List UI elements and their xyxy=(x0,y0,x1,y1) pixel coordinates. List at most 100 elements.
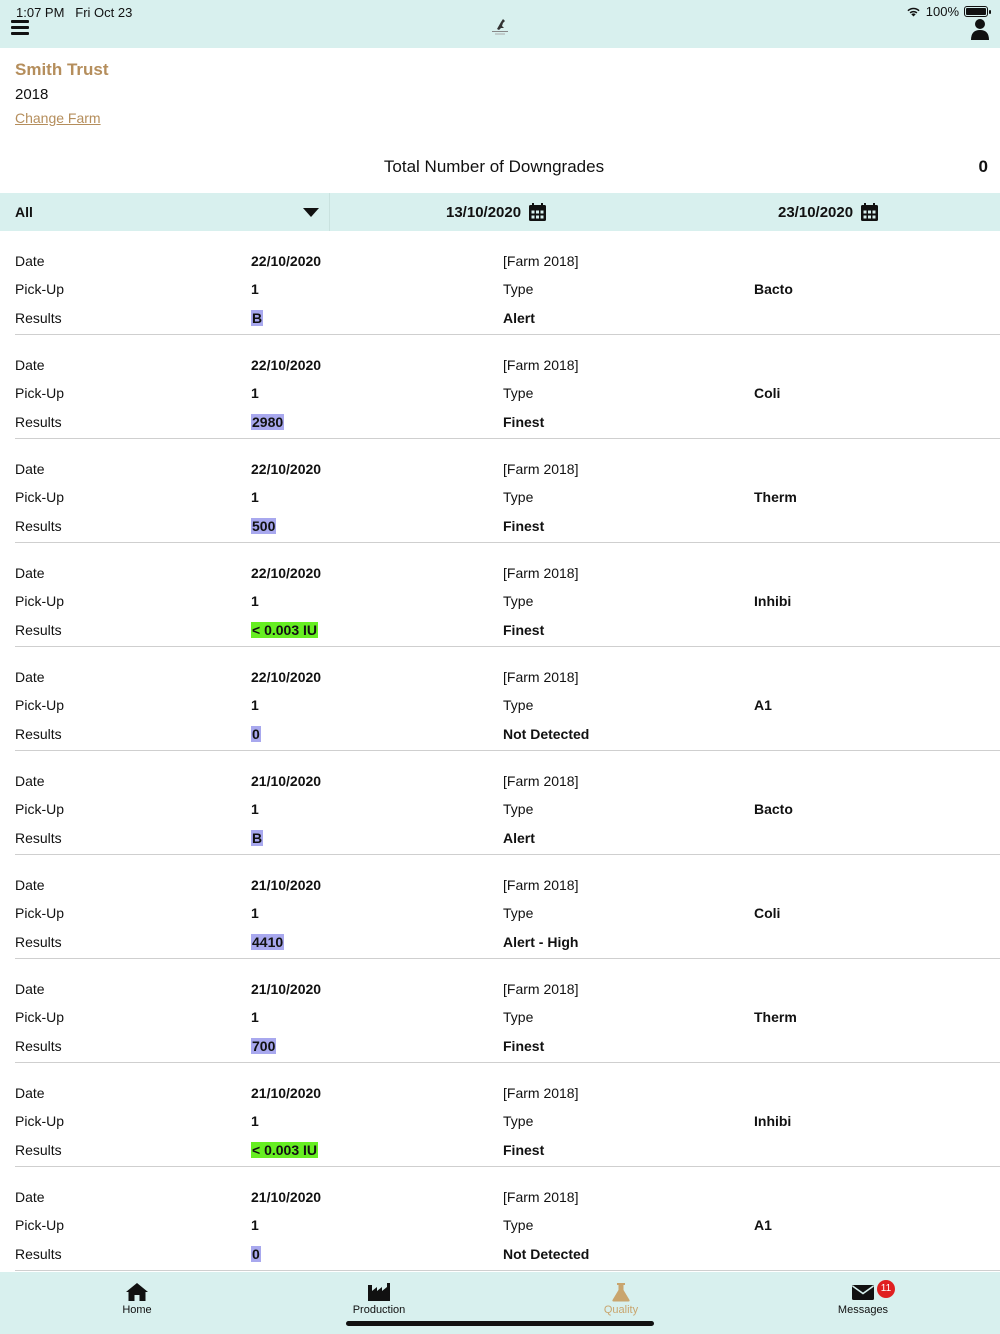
date-label: Date xyxy=(15,565,45,581)
record-farm: [Farm 2018] xyxy=(503,461,579,477)
tab-quality-label: Quality xyxy=(603,1304,639,1316)
results-label: Results xyxy=(15,1142,62,1158)
record-type: A1 xyxy=(754,1217,772,1233)
record-grade: Finest xyxy=(503,518,545,534)
date-label: Date xyxy=(15,461,45,477)
battery-icon xyxy=(964,6,991,17)
record-farm: [Farm 2018] xyxy=(503,773,579,789)
pickup-label: Pick-Up xyxy=(15,385,65,401)
result-record[interactable]: Date 22/10/2020 [Farm 2018] Pick-Up 1 Ty… xyxy=(15,647,1000,751)
battery-percent: 100% xyxy=(925,4,959,19)
record-pickup: 1 xyxy=(251,593,259,609)
record-type: Coli xyxy=(754,385,781,401)
type-label: Type xyxy=(503,385,534,401)
status-indicators: 100% xyxy=(906,4,991,19)
result-record[interactable]: Date 22/10/2020 [Farm 2018] Pick-Up 1 Ty… xyxy=(15,335,1000,439)
date-label: Date xyxy=(15,773,45,789)
date-label: Date xyxy=(15,669,45,685)
record-pickup: 1 xyxy=(251,489,259,505)
calendar-icon xyxy=(861,203,879,221)
results-label: Results xyxy=(15,310,62,326)
record-farm: [Farm 2018] xyxy=(503,877,579,893)
type-filter-dropdown[interactable]: All xyxy=(0,193,330,231)
from-date-picker[interactable]: 13/10/2020 xyxy=(446,193,547,231)
record-result: B xyxy=(251,830,264,846)
top-bar: 1:07 PM Fri Oct 23 100% xyxy=(0,0,1000,48)
tab-home[interactable]: Home xyxy=(77,1282,197,1316)
to-date-value: 23/10/2020 xyxy=(778,203,854,221)
date-label: Date xyxy=(15,877,45,893)
record-type: Bacto xyxy=(754,801,793,817)
user-profile-icon[interactable] xyxy=(970,18,990,40)
record-grade: Alert - High xyxy=(503,934,579,950)
record-farm: [Farm 2018] xyxy=(503,253,579,269)
result-record[interactable]: Date 21/10/2020 [Farm 2018] Pick-Up 1 Ty… xyxy=(15,1063,1000,1167)
to-date-picker[interactable]: 23/10/2020 xyxy=(778,193,879,231)
record-pickup: 1 xyxy=(251,281,259,297)
result-record[interactable]: Date 22/10/2020 [Farm 2018] Pick-Up 1 Ty… xyxy=(15,543,1000,647)
record-pickup: 1 xyxy=(251,697,259,713)
record-grade: Finest xyxy=(503,1038,545,1054)
status-clock: 1:07 PM xyxy=(16,5,65,20)
calendar-icon xyxy=(529,203,547,221)
record-date: 22/10/2020 xyxy=(251,565,322,581)
record-farm: [Farm 2018] xyxy=(503,669,579,685)
messages-unread-badge: 11 xyxy=(877,1280,895,1298)
results-label: Results xyxy=(15,1038,62,1054)
record-pickup: 1 xyxy=(251,905,259,921)
record-pickup: 1 xyxy=(251,385,259,401)
record-result: < 0.003 IU xyxy=(251,1142,318,1158)
type-label: Type xyxy=(503,1217,534,1233)
type-label: Type xyxy=(503,1009,534,1025)
record-type: Bacto xyxy=(754,281,793,297)
results-list[interactable]: Date 22/10/2020 [Farm 2018] Pick-Up 1 Ty… xyxy=(0,231,1000,1272)
result-record[interactable]: Date 22/10/2020 [Farm 2018] Pick-Up 1 Ty… xyxy=(15,439,1000,543)
change-farm-link[interactable]: Change Farm xyxy=(15,110,101,126)
record-date: 21/10/2020 xyxy=(251,877,322,893)
pickup-label: Pick-Up xyxy=(15,1113,65,1129)
flask-icon xyxy=(612,1283,630,1302)
pickup-label: Pick-Up xyxy=(15,281,65,297)
record-grade: Not Detected xyxy=(503,726,590,742)
results-label: Results xyxy=(15,518,62,534)
record-farm: [Farm 2018] xyxy=(503,357,579,373)
type-label: Type xyxy=(503,697,534,713)
type-label: Type xyxy=(503,281,534,297)
total-downgrades-label: Total Number of Downgrades xyxy=(383,157,605,176)
total-downgrades-value: 0 xyxy=(978,157,988,176)
tab-production[interactable]: Production xyxy=(319,1282,439,1316)
result-record[interactable]: Date 22/10/2020 [Farm 2018] Pick-Up 1 Ty… xyxy=(15,231,1000,335)
record-result: 4410 xyxy=(251,934,285,950)
record-farm: [Farm 2018] xyxy=(503,1189,579,1205)
record-farm: [Farm 2018] xyxy=(503,981,579,997)
result-record[interactable]: Date 21/10/2020 [Farm 2018] Pick-Up 1 Ty… xyxy=(15,751,1000,855)
record-result: B xyxy=(251,310,264,326)
status-time: 1:07 PM Fri Oct 23 xyxy=(16,5,132,20)
farm-name: Smith Trust xyxy=(15,60,109,79)
record-grade: Finest xyxy=(503,1142,545,1158)
result-record[interactable]: Date 21/10/2020 [Farm 2018] Pick-Up 1 Ty… xyxy=(15,855,1000,959)
chevron-down-icon xyxy=(303,208,319,217)
results-label: Results xyxy=(15,934,62,950)
record-type: Coli xyxy=(754,905,781,921)
record-type: Inhibi xyxy=(754,593,792,609)
record-pickup: 1 xyxy=(251,1009,259,1025)
tab-messages[interactable]: Messages 11 xyxy=(803,1280,923,1316)
horse-logo-icon xyxy=(492,19,508,35)
result-record[interactable]: Date 21/10/2020 [Farm 2018] Pick-Up 1 Ty… xyxy=(15,1167,1000,1271)
tab-production-label: Production xyxy=(352,1304,406,1316)
record-result: < 0.003 IU xyxy=(251,622,318,638)
result-record[interactable]: Date 21/10/2020 [Farm 2018] Pick-Up 1 Ty… xyxy=(15,959,1000,1063)
hamburger-menu-icon[interactable] xyxy=(11,20,29,35)
record-result: 2980 xyxy=(251,414,285,430)
date-label: Date xyxy=(15,981,45,997)
pickup-label: Pick-Up xyxy=(15,801,65,817)
results-label: Results xyxy=(15,1246,62,1262)
record-type: A1 xyxy=(754,697,772,713)
record-date: 22/10/2020 xyxy=(251,357,322,373)
record-date: 22/10/2020 xyxy=(251,669,322,685)
home-icon xyxy=(126,1283,148,1301)
status-date: Fri Oct 23 xyxy=(75,5,133,20)
tab-quality[interactable]: Quality xyxy=(561,1282,681,1316)
home-indicator[interactable] xyxy=(346,1321,654,1326)
